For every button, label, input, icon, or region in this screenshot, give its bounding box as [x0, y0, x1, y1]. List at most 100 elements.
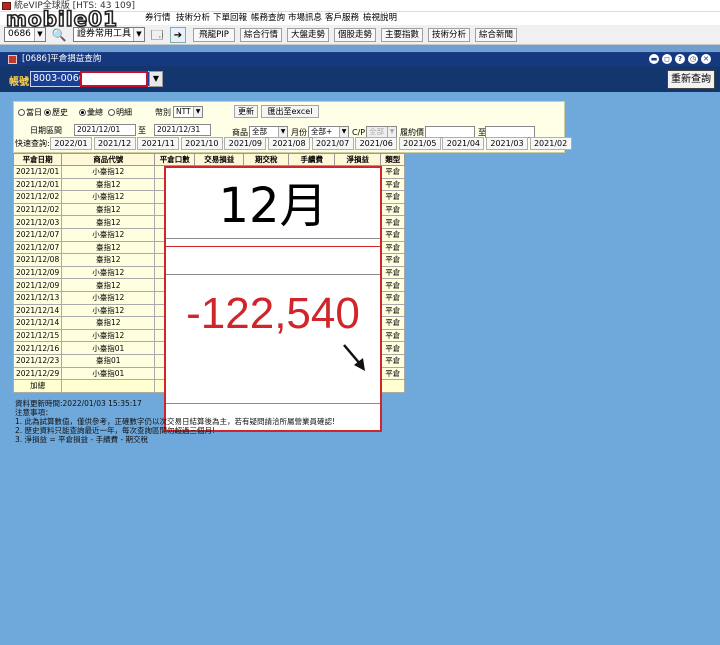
toolbar-button-quotes[interactable]: 綜合行情 — [240, 28, 282, 42]
currency-select[interactable]: NTT ▼ — [173, 106, 203, 118]
radio-detail[interactable]: 明細 — [108, 107, 132, 118]
toolbar-button-technical[interactable]: 技術分析 — [428, 28, 470, 42]
cell-type: 平倉 — [380, 177, 406, 192]
total-label: 加總 — [12, 379, 63, 393]
refresh-button[interactable]: 更新 — [234, 105, 258, 118]
quick-month-button[interactable]: 2021/11 — [137, 137, 180, 150]
quick-month-button[interactable]: 2021/09 — [224, 137, 267, 150]
cell-type: 平倉 — [380, 278, 406, 292]
chevron-down-icon[interactable]: ▼ — [387, 127, 396, 137]
table-header-row: 平倉日期 商品代號 平倉口數 交易損益 期交稅 手續費 淨損益 類型 — [12, 153, 406, 166]
chevron-down-icon[interactable]: ▼ — [339, 127, 348, 137]
clock-icon[interactable]: ◷ — [688, 54, 698, 64]
column-header[interactable]: 商品代號 — [61, 153, 156, 166]
quick-month-button[interactable]: 2021/04 — [442, 137, 485, 150]
quick-month-button[interactable]: 2022/01 — [50, 137, 92, 150]
cell-type: 平倉 — [380, 353, 406, 368]
chevron-down-icon[interactable]: ▼ — [193, 107, 202, 117]
column-header[interactable]: 交易損益 — [194, 153, 245, 166]
menu-quotes[interactable]: 券行情 — [145, 12, 171, 25]
cell-close-date: 2021/12/29 — [12, 366, 63, 381]
date-range-label: 日期區間 — [30, 126, 62, 135]
date-to-value: 2021/12/31 — [157, 125, 201, 134]
quick-query-label: 快速查詢: — [15, 139, 50, 148]
quick-month-button[interactable]: 2021/07 — [311, 137, 354, 150]
menu-help[interactable]: 檢視說明 — [363, 12, 397, 25]
date-to-input[interactable]: 2021/12/31 — [154, 124, 211, 136]
cell-product-code: 小臺指12 — [61, 328, 156, 343]
radio-icon — [108, 109, 115, 116]
chevron-down-icon[interactable]: ▼ — [278, 127, 287, 137]
menu-customer-service[interactable]: 客戶服務 — [325, 12, 359, 25]
column-header[interactable]: 平倉日期 — [12, 153, 63, 166]
note-item: 2. 歷史資料只能查詢最近一年，每次查詢區間勿超過三個月! — [15, 426, 216, 435]
overlay-month-text: 12月 — [218, 178, 328, 234]
cell-close-date: 2021/12/01 — [12, 177, 63, 192]
toolbar-button-indices[interactable]: 主要指數 — [381, 28, 423, 42]
radio-summary[interactable]: 彙總 — [79, 107, 103, 118]
column-header[interactable]: 淨損益 — [334, 153, 382, 166]
pointer-arrow-icon — [343, 344, 365, 371]
cell-product-code: 臺指12 — [61, 278, 156, 292]
window-title-bar: [0686]平倉損益查詢 ▬ ◻ ? ◷ ✕ — [0, 53, 720, 66]
cell-close-date: 2021/12/08 — [12, 253, 63, 267]
radio-today[interactable]: 當日 — [18, 107, 42, 118]
quick-month-button[interactable]: 2021/06 — [355, 137, 398, 150]
cell-close-date: 2021/12/02 — [12, 190, 63, 204]
date-from-input[interactable]: 2021/12/01 — [74, 124, 136, 136]
quick-month-button[interactable]: 2021/08 — [268, 137, 310, 150]
divider — [166, 246, 380, 247]
notes-section: 資料更新時間:2022/01/03 15:35:17 注意事項： 1. 此為試算… — [15, 399, 335, 444]
column-header[interactable]: 手續費 — [288, 153, 336, 166]
cell-close-date: 2021/12/03 — [12, 215, 63, 229]
cell-product-code: 小臺指01 — [61, 341, 156, 355]
overlay-net-pnl-text: -122,540 — [186, 289, 360, 338]
quick-month-button[interactable]: 2021/05 — [398, 137, 441, 150]
quick-month-button[interactable]: 2021/12 — [93, 137, 136, 150]
note-item: 1. 此為試算數值，僅供參考，正確數字仍以次交易日結算後為主，若有疑問請洽所屬營… — [15, 417, 336, 426]
radio-selected-icon — [79, 109, 86, 116]
column-header[interactable]: 平倉口數 — [154, 153, 196, 166]
cell-type: 平倉 — [380, 215, 406, 229]
window-icon[interactable]: 🗔 — [149, 27, 165, 43]
requery-button[interactable]: 重新查詢 — [667, 70, 715, 89]
export-excel-button[interactable]: 匯出至excel — [261, 105, 319, 118]
toolbar-button-index-trend[interactable]: 大盤走勢 — [287, 28, 329, 42]
currency-label: 幣別 — [155, 108, 171, 117]
cell-close-date: 2021/12/23 — [12, 353, 63, 368]
cell-type: 平倉 — [380, 240, 406, 255]
column-header[interactable]: 類型 — [380, 153, 406, 166]
toolbar-button-pip[interactable]: 飛龍PIP — [193, 28, 235, 42]
toolbar-button-news[interactable]: 綜合新聞 — [475, 28, 517, 42]
quick-month-button[interactable]: 2021/10 — [180, 137, 223, 150]
currency-value: NTT — [176, 107, 191, 116]
cell-product-code: 臺指12 — [61, 177, 156, 192]
add-window-icon[interactable]: ➔ — [170, 27, 186, 43]
quick-month-button[interactable]: 2021/03 — [486, 137, 528, 150]
maximize-icon[interactable]: ◻ — [662, 54, 672, 64]
cell-close-date: 2021/12/13 — [12, 290, 63, 305]
toolbar-button-stock-trend[interactable]: 個股走勢 — [334, 28, 376, 42]
cell-type: 平倉 — [380, 290, 406, 305]
menu-orders[interactable]: 下單回報 — [213, 12, 247, 25]
chevron-down-icon[interactable]: ▼ — [133, 28, 144, 41]
cell-type: 平倉 — [380, 227, 406, 242]
cell-type: 平倉 — [380, 341, 406, 355]
menu-market-info[interactable]: 市場訊息 — [288, 12, 322, 25]
cell-close-date: 2021/12/09 — [12, 265, 63, 280]
help-icon[interactable]: ? — [675, 54, 685, 64]
close-icon[interactable]: ✕ — [701, 54, 711, 64]
total-type — [380, 379, 406, 393]
account-name-field[interactable] — [80, 71, 148, 87]
cell-product-code: 小臺指12 — [61, 190, 156, 204]
date-from-value: 2021/12/01 — [77, 125, 121, 134]
menu-accounts[interactable]: 帳務查詢 — [251, 12, 285, 25]
menu-technical[interactable]: 技術分析 — [176, 12, 210, 25]
chevron-down-icon[interactable]: ▼ — [149, 71, 163, 87]
cell-close-date: 2021/12/09 — [12, 278, 63, 292]
notes-heading: 注意事項： — [15, 408, 53, 417]
minimize-icon[interactable]: ▬ — [649, 54, 659, 64]
quick-month-button[interactable]: 2021/02 — [529, 137, 572, 150]
radio-history[interactable]: 歷史 — [44, 107, 68, 118]
column-header[interactable]: 期交稅 — [243, 153, 290, 166]
